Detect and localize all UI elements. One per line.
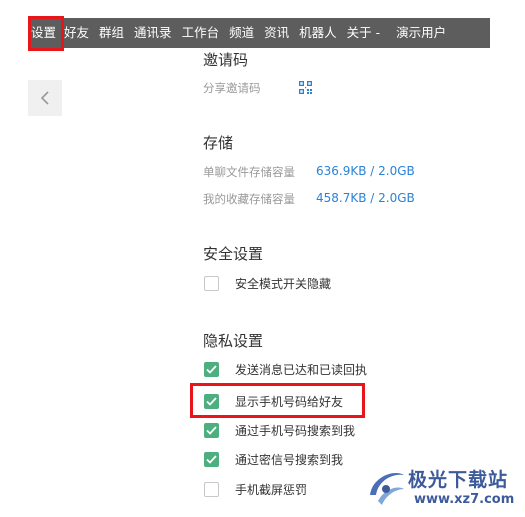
checkbox[interactable] <box>204 276 219 291</box>
checkbox-label: 通过手机号码搜索到我 <box>235 424 356 438</box>
search-by-secret-id-option[interactable]: 通过密信号搜索到我 <box>204 451 343 468</box>
tab-about[interactable]: 关于 - <box>342 18 385 48</box>
tab-groups[interactable]: 群组 <box>94 18 129 48</box>
share-invite-label: 分享邀请码 <box>203 81 261 95</box>
storage-label-favorites: 我的收藏存储容量 <box>203 192 295 206</box>
watermark-logo-icon <box>370 473 404 505</box>
checkbox-label: 发送消息已达和已读回执 <box>235 363 368 377</box>
checkbox[interactable] <box>204 482 219 497</box>
check-icon <box>206 426 217 435</box>
tab-news[interactable]: 资讯 <box>259 18 294 48</box>
tab-friends[interactable]: 好友 <box>59 18 94 48</box>
checkbox-checked[interactable] <box>204 362 219 377</box>
tab-robots[interactable]: 机器人 <box>294 18 342 48</box>
tab-channels[interactable]: 频道 <box>224 18 259 48</box>
checkbox-label: 通过密信号搜索到我 <box>235 453 344 467</box>
storage-section-title: 存储 <box>203 134 234 152</box>
back-button[interactable] <box>28 80 62 116</box>
watermark-title: 极光下载站 <box>408 469 509 491</box>
site-watermark: 极光下载站 www.xz7.com <box>364 463 522 513</box>
search-by-phone-option[interactable]: 通过手机号码搜索到我 <box>204 422 355 439</box>
invite-section-title: 邀请码 <box>203 51 249 69</box>
checkbox-checked[interactable] <box>204 452 219 467</box>
read-receipt-option[interactable]: 发送消息已达和已读回执 <box>204 361 367 378</box>
qr-code-icon[interactable] <box>299 81 312 94</box>
watermark-url: www.xz7.com <box>414 492 515 507</box>
privacy-section-title: 隐私设置 <box>203 332 264 350</box>
settings-tab-highlight <box>28 16 64 51</box>
security-mode-toggle[interactable]: 安全模式开关隐藏 <box>204 275 331 292</box>
check-icon <box>206 365 217 374</box>
storage-value-favorites: 458.7KB / 2.0GB <box>316 191 415 205</box>
screenshot-penalty-option[interactable]: 手机截屏惩罚 <box>204 481 307 498</box>
check-icon <box>206 455 217 464</box>
checkbox-label: 手机截屏惩罚 <box>235 483 308 497</box>
security-section-title: 安全设置 <box>203 245 264 263</box>
checkbox-checked[interactable] <box>204 423 219 438</box>
show-phone-option-highlight <box>190 383 365 418</box>
user-menu[interactable]: 演示用户 <box>391 18 451 48</box>
checkbox-label: 安全模式开关隐藏 <box>235 277 332 291</box>
tab-contacts[interactable]: 通讯录 <box>129 18 177 48</box>
storage-label-chat: 单聊文件存储容量 <box>203 165 295 179</box>
chevron-left-icon <box>40 91 49 105</box>
storage-value-chat: 636.9KB / 2.0GB <box>316 164 415 178</box>
tab-workbench[interactable]: 工作台 <box>177 18 225 48</box>
top-nav-bar: 设置 好友 群组 通讯录 工作台 频道 资讯 机器人 关于 - 演示用户 <box>28 18 490 48</box>
